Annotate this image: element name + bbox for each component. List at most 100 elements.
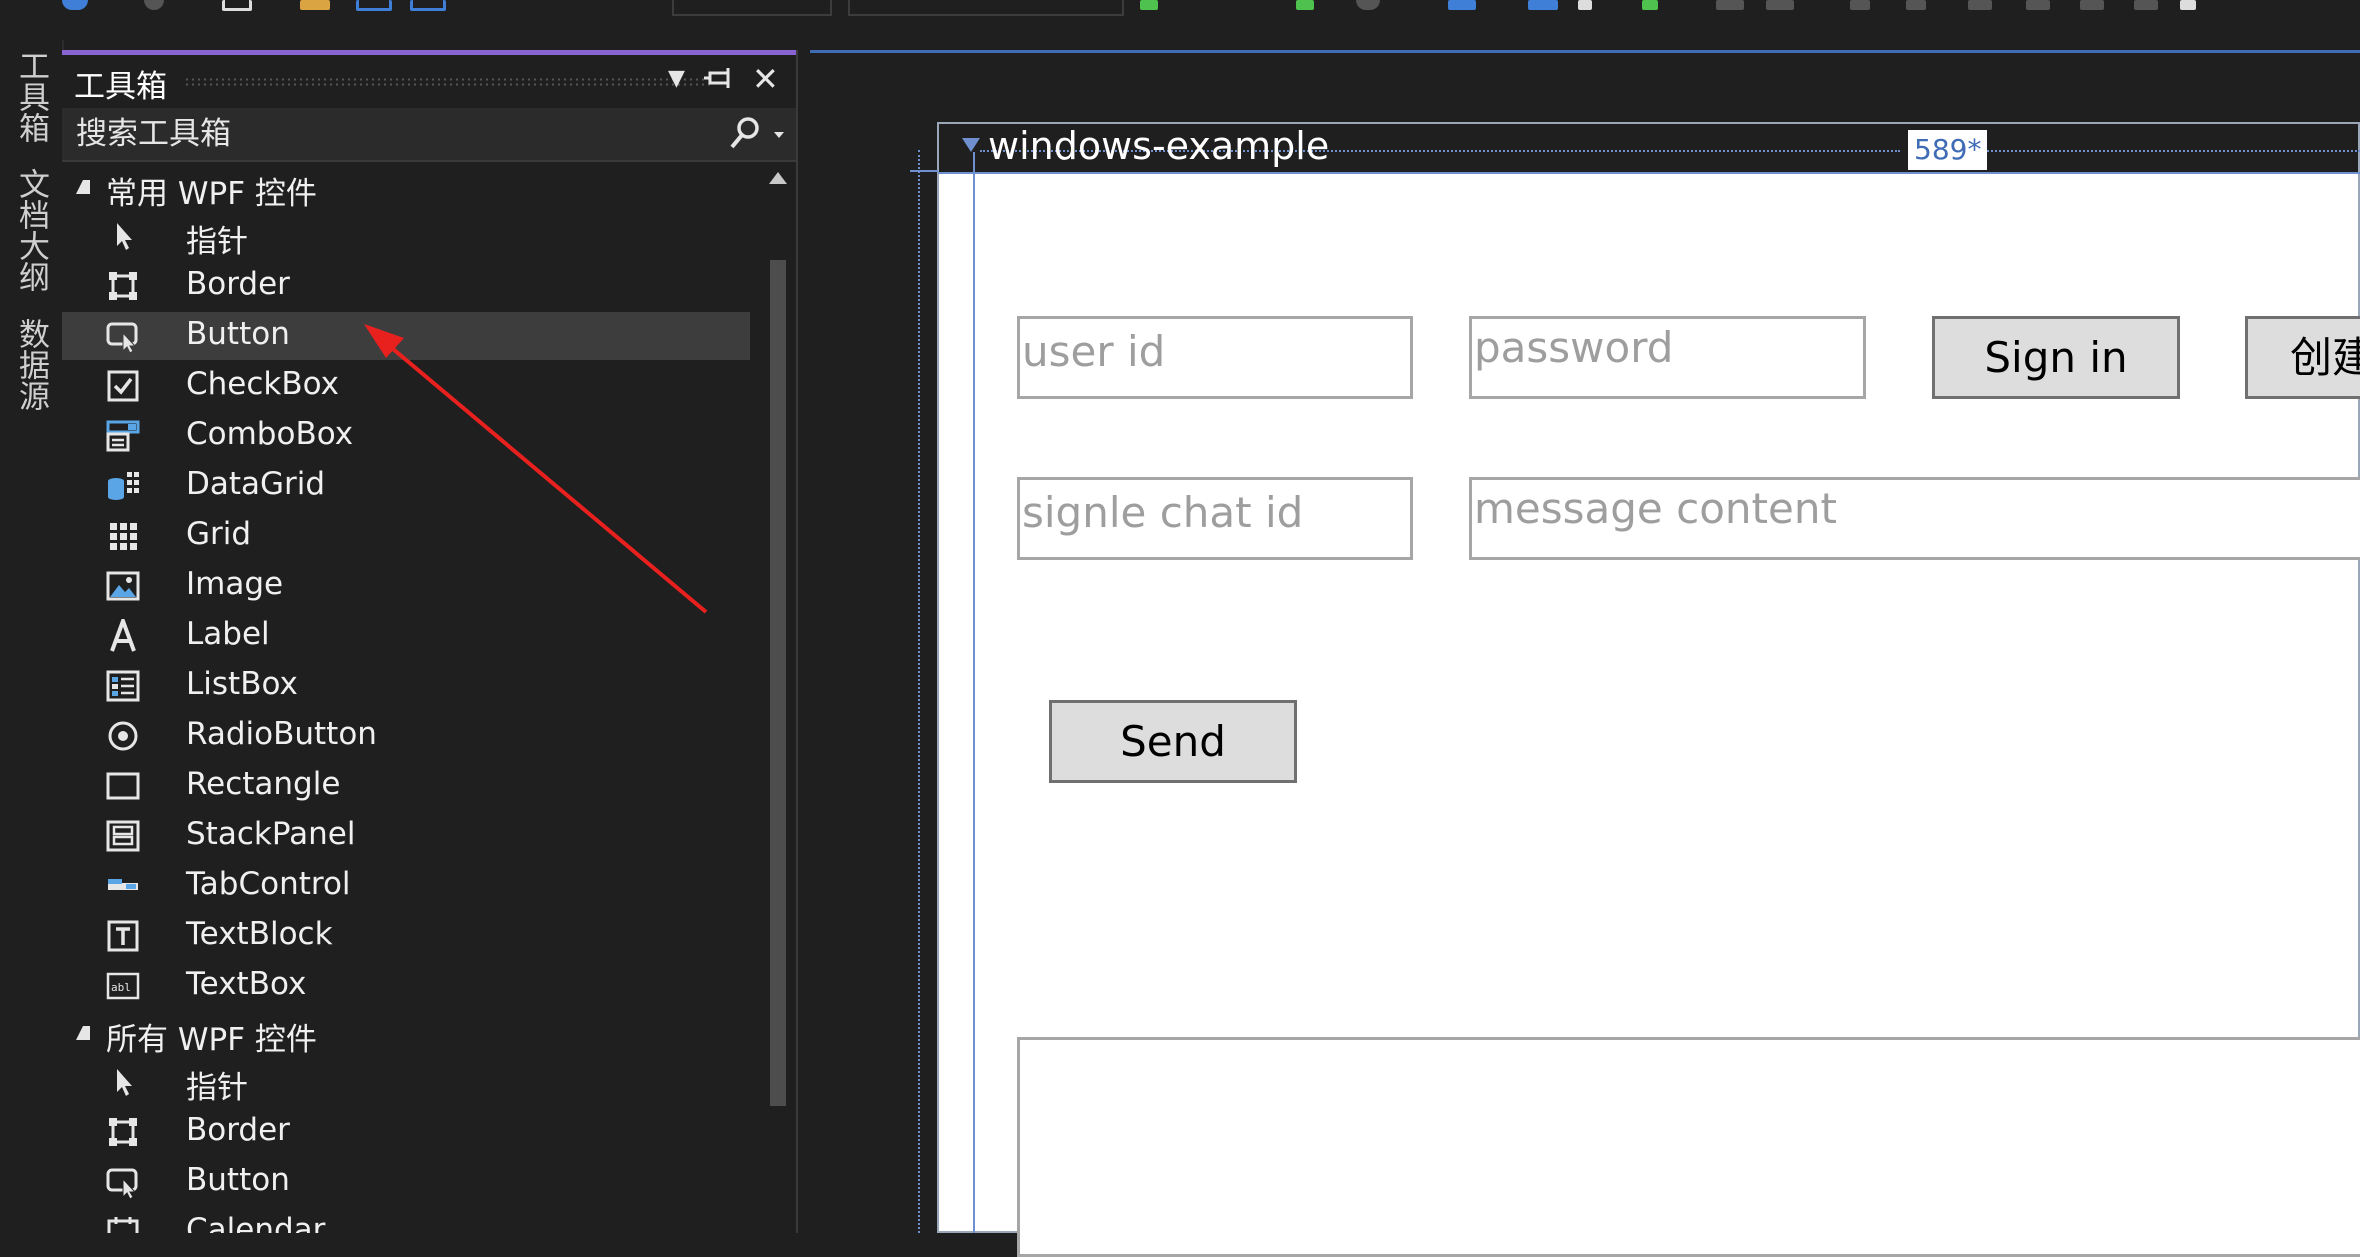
label-icon <box>106 615 140 653</box>
toolbox-item-combobox[interactable]: ComboBox <box>62 412 750 460</box>
pointer-icon <box>106 219 140 253</box>
outdent-icon[interactable] <box>1906 0 1926 10</box>
save-all-icon[interactable] <box>410 0 446 11</box>
toolbox-item-textblock[interactable]: TextBlock <box>62 912 750 960</box>
toolbox-item-datagrid[interactable]: DataGrid <box>62 462 750 510</box>
stop-icon[interactable] <box>1356 0 1380 10</box>
guide-stub-left <box>910 170 938 172</box>
width-guide-line-right <box>1984 150 2360 152</box>
single-chat-id-textbox[interactable]: signle chat id <box>1017 477 1413 560</box>
toolbox-search <box>62 108 796 162</box>
comment-icon[interactable] <box>1716 0 1744 10</box>
uncomment-icon[interactable] <box>1766 0 1794 10</box>
toolbox-item-label[interactable]: Label <box>62 612 750 660</box>
toolbox-item-calendar[interactable]: Calendar <box>62 1208 750 1233</box>
user-id-textbox[interactable]: user id <box>1017 316 1413 399</box>
toolbox-item-pointer[interactable]: 指针 <box>62 212 750 260</box>
side-tab-toolbox[interactable]: 工具箱 <box>13 50 49 143</box>
new-file-icon[interactable] <box>222 0 252 11</box>
search-input[interactable] <box>74 112 758 156</box>
toolbox-item-rectangle[interactable]: Rectangle <box>62 762 750 810</box>
toolbox-item-image[interactable]: Image <box>62 562 750 610</box>
toolbox-item-grid[interactable]: Grid <box>62 512 750 560</box>
toolbox-item-pointer[interactable]: 指针 <box>62 1058 750 1106</box>
scroll-up-icon[interactable] <box>769 172 787 184</box>
check-icon[interactable] <box>1642 0 1658 10</box>
layout-icon[interactable] <box>1528 0 1558 10</box>
scroll-thumb[interactable] <box>770 260 786 1106</box>
message-content-textbox[interactable]: message content <box>1469 477 2360 560</box>
group-common-wpf[interactable]: 常用 WPF 控件 <box>62 164 750 212</box>
grid-caret-icon[interactable] <box>962 138 980 152</box>
toolbox-item-tabcontrol[interactable]: TabControl <box>62 862 750 910</box>
border-icon <box>106 269 140 303</box>
toolbox-item-border[interactable]: Border <box>62 1108 750 1156</box>
toolbox-item-listbox[interactable]: ListBox <box>62 662 750 710</box>
open-folder-icon[interactable] <box>300 0 330 10</box>
pointer-icon <box>106 1065 140 1099</box>
drag-grip[interactable] <box>184 77 714 87</box>
listbox-icon <box>106 669 140 703</box>
start-icon[interactable] <box>1140 0 1158 10</box>
main-toolbar <box>0 0 2360 18</box>
chevron-down-icon[interactable] <box>1578 0 1592 10</box>
combobox-icon <box>106 419 140 453</box>
close-icon[interactable]: ✕ <box>752 59 779 99</box>
group-all-wpf[interactable]: 所有 WPF 控件 <box>62 1010 750 1058</box>
platform-dropdown[interactable] <box>848 0 1124 16</box>
toolbar-overflow-icon[interactable] <box>2180 0 2196 10</box>
designer-window-title: windows-example <box>988 124 1330 168</box>
side-tab-data-sources[interactable]: 数据源 <box>13 318 49 411</box>
group-label: 常用 WPF 控件 <box>106 176 317 212</box>
toolbox-item-stackpanel[interactable]: StackPanel <box>62 812 750 860</box>
toolbox-list: 常用 WPF 控件 指针 Border Button CheckBox Comb… <box>62 164 750 1233</box>
start-without-debug-icon[interactable] <box>1296 0 1314 10</box>
toolbox-item-button[interactable]: Button <box>62 1158 750 1206</box>
configuration-dropdown[interactable] <box>672 0 832 16</box>
create-button[interactable]: 创建 <box>2245 316 2360 399</box>
radiobutton-icon <box>106 719 140 753</box>
undo-icon[interactable] <box>62 0 88 10</box>
expand-triangle-icon[interactable] <box>76 1026 90 1040</box>
height-guide-line <box>918 150 920 1233</box>
clear-bookmarks-icon[interactable] <box>2134 0 2158 10</box>
indent-icon[interactable] <box>1850 0 1870 10</box>
toolbox-item-checkbox[interactable]: CheckBox <box>62 362 750 410</box>
redo-icon[interactable] <box>144 0 164 10</box>
prev-bookmark-icon[interactable] <box>2026 0 2050 10</box>
button-icon <box>106 319 140 354</box>
bookmark-icon[interactable] <box>1968 0 1992 10</box>
search-icon[interactable] <box>726 116 786 156</box>
window-position-icon[interactable]: ▼ <box>668 59 685 99</box>
tabcontrol-icon <box>106 869 140 903</box>
send-button[interactable]: Send <box>1049 700 1297 783</box>
textbox-icon: abl <box>106 969 140 1003</box>
rectangle-icon <box>106 769 140 803</box>
toolbox-item-radiobutton[interactable]: RadioButton <box>62 712 750 760</box>
svg-text:abl: abl <box>111 981 131 994</box>
image-icon <box>106 569 140 603</box>
stackpanel-icon <box>106 819 140 853</box>
chat-log-textbox[interactable] <box>1017 1037 2360 1257</box>
datagrid-icon <box>106 469 140 503</box>
toolbox-title-bar[interactable]: 工具箱 ▼ ✕ <box>62 50 796 106</box>
toolbox-item-border[interactable]: Border <box>62 262 750 310</box>
toolbox-panel: 工具箱 ▼ ✕ 常用 WPF 控件 指针 Border Button <box>62 50 798 1233</box>
save-icon[interactable] <box>356 0 392 11</box>
toolbox-scrollbar[interactable] <box>762 164 792 1233</box>
toolbox-title: 工具箱 <box>74 69 167 105</box>
checkbox-icon <box>106 369 140 403</box>
side-tab-strip: 工具箱 文档大纲 数据源 <box>0 40 64 1233</box>
group-label: 所有 WPF 控件 <box>106 1022 317 1058</box>
pin-icon[interactable] <box>704 59 734 108</box>
next-bookmark-icon[interactable] <box>2080 0 2104 10</box>
password-textbox[interactable]: password <box>1469 316 1866 399</box>
width-badge[interactable]: 589* <box>1908 130 1988 170</box>
expand-triangle-icon[interactable] <box>76 180 90 194</box>
toolbox-item-button[interactable]: Button <box>62 312 750 360</box>
sign-in-button[interactable]: Sign in <box>1932 316 2180 399</box>
grid-column-guide <box>973 152 975 1233</box>
step-icon[interactable] <box>1448 0 1476 10</box>
toolbox-item-textbox[interactable]: abl TextBox <box>62 962 750 1010</box>
side-tab-document-outline[interactable]: 文档大纲 <box>13 168 49 292</box>
